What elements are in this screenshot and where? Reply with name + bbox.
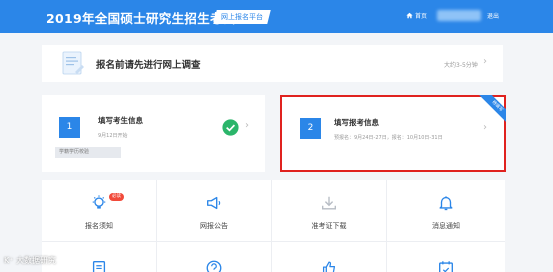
thumbs-up-icon [322, 261, 336, 272]
platform-tag: 网上报名平台 [213, 10, 271, 24]
help-icon [206, 260, 222, 272]
bell-icon [439, 196, 453, 211]
survey-text: 报名前请先进行网上调查 [96, 60, 201, 71]
step-number: 2 [300, 118, 321, 139]
grid-item-row2-4[interactable] [387, 242, 505, 272]
step-card-student-info[interactable]: 1 填写考生信息 9月12日开始 › 学籍学历校验 [42, 95, 265, 172]
survey-banner[interactable]: 报名前请先进行网上调查 大约3-5分钟 › [42, 45, 503, 82]
source-watermark: K⁺ 大数据研究 [4, 256, 57, 265]
step-title: 填写考生信息 [98, 116, 143, 125]
status-ribbon: 待填写 [472, 95, 506, 129]
home-link[interactable]: 首页 [406, 11, 427, 20]
grid-item-label: 报名须知 [85, 222, 113, 230]
step-date: 预报名：9月24日-27日，报名：10月10日-31日 [334, 135, 443, 141]
megaphone-icon [207, 196, 221, 210]
platform-tag-label: 网上报名平台 [221, 13, 263, 21]
step-card-apply-info[interactable]: 2 填写报考信息 预报名：9月24日-27日，报名：10月10日-31日 › 待… [280, 95, 506, 172]
logout-link[interactable]: 退出 [487, 11, 499, 20]
home-icon [406, 12, 413, 19]
survey-time: 大约3-5分钟 [444, 62, 478, 69]
document-icon [92, 261, 106, 272]
grid-item-row2-1[interactable] [42, 242, 157, 272]
education-verify-link[interactable]: 学籍学历校验 [55, 147, 121, 158]
function-grid: 必读 报名须知 网报公告 准考证下载 消息通知 [42, 180, 505, 272]
status-ribbon-label: 待填写 [477, 95, 506, 126]
grid-item-notice[interactable]: 必读 报名须知 [42, 180, 157, 242]
home-label: 首页 [415, 13, 428, 20]
grid-item-announcement[interactable]: 网报公告 [157, 180, 272, 242]
survey-document-icon [62, 51, 84, 75]
grid-item-label: 网报公告 [200, 222, 228, 230]
step-number: 1 [59, 117, 80, 138]
check-circle-icon [222, 119, 239, 136]
step-title: 填写报考信息 [334, 118, 379, 127]
calendar-check-icon [439, 261, 453, 272]
must-read-badge: 必读 [109, 193, 124, 201]
page-title: 2019年全国硕士研究生招生考试 [46, 11, 236, 26]
grid-item-label: 准考证下载 [311, 222, 347, 230]
grid-item-admission-ticket[interactable]: 准考证下载 [272, 180, 387, 242]
username-redacted [437, 10, 481, 21]
top-header: 2019年全国硕士研究生招生考试 网上报名平台 首页 退出 [0, 0, 553, 33]
download-icon [322, 196, 336, 210]
chevron-right-icon: › [483, 56, 487, 67]
chevron-right-icon: › [245, 120, 249, 131]
step-date: 9月12日开始 [98, 133, 128, 139]
grid-item-row2-2[interactable] [157, 242, 272, 272]
grid-item-row2-3[interactable] [272, 242, 387, 272]
bulb-icon [92, 195, 106, 209]
grid-item-label: 消息通知 [432, 222, 460, 230]
grid-item-messages[interactable]: 消息通知 [387, 180, 505, 242]
